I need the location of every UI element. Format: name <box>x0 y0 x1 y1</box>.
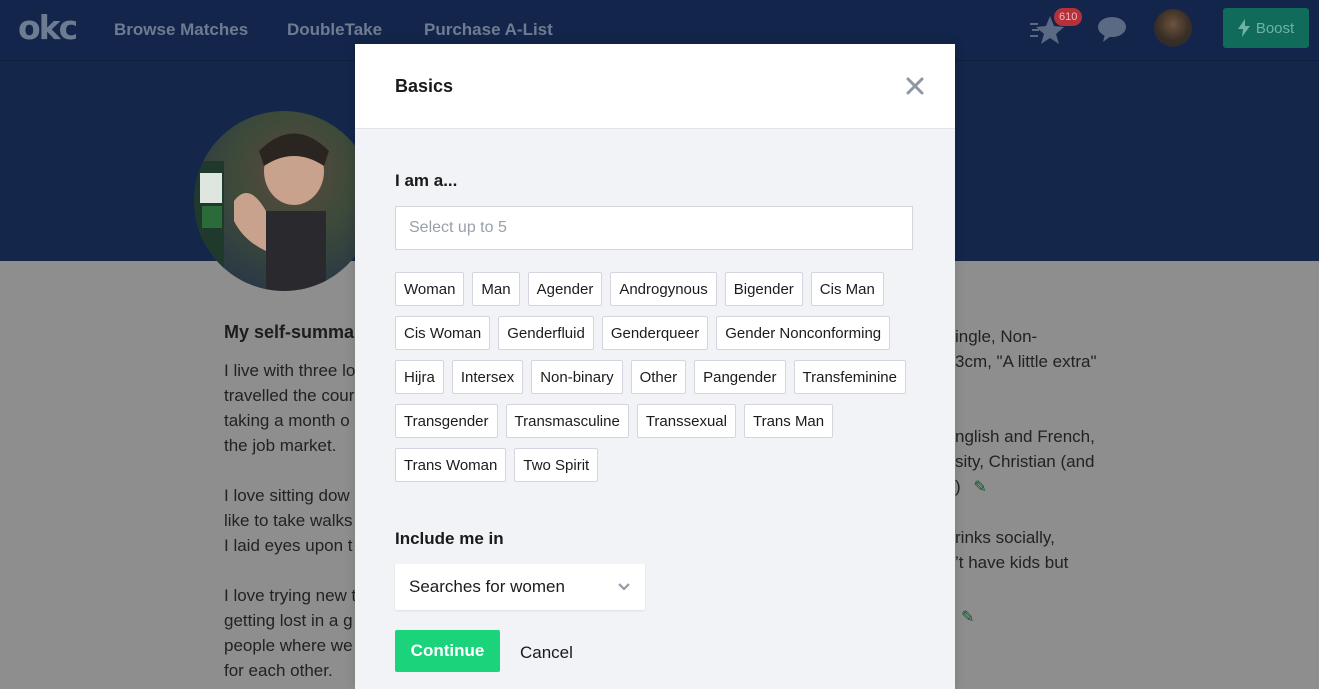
text-line: ’t have kids but <box>955 553 1069 572</box>
text-line <box>955 399 1097 424</box>
select-value: Searches for women <box>409 577 565 596</box>
gender-chip-trans-man[interactable]: Trans Man <box>743 404 834 438</box>
text-line: like to take walks <box>224 511 353 530</box>
include-me-in-select[interactable]: Searches for women <box>395 564 645 610</box>
text-line: sity, Christian (and <box>955 452 1095 471</box>
boost-button[interactable]: Boost <box>1223 8 1309 48</box>
gender-chip-transgender[interactable]: Transgender <box>395 404 498 438</box>
chevron-down-icon <box>618 583 630 591</box>
text-line: getting lost in a g <box>224 611 353 630</box>
profile-photo[interactable] <box>194 111 374 291</box>
gender-chip-two-spirit[interactable]: Two Spirit <box>514 448 599 482</box>
boost-label: Boost <box>1255 19 1295 37</box>
gender-chip-woman[interactable]: Woman <box>395 272 465 306</box>
text-line: people where we <box>224 636 353 655</box>
nav-purchase-a-list[interactable]: Purchase A-List <box>424 20 553 40</box>
self-summary-heading: My self-summa <box>224 322 355 342</box>
text-line: the job market. <box>224 436 337 455</box>
gender-options: Woman Man Agender Androgynous Bigender C… <box>395 272 925 482</box>
text-line <box>955 500 1097 525</box>
gender-chip-cis-man[interactable]: Cis Man <box>810 272 884 306</box>
gender-chip-cis-woman[interactable]: Cis Woman <box>395 316 491 350</box>
notification-badge: 610 <box>1054 8 1083 26</box>
gender-chip-androgynous[interactable]: Androgynous <box>610 272 717 306</box>
profile-details-text: ingle, Non- 3cm, "A little extra" nglish… <box>955 324 1097 575</box>
text-line: taking a month o <box>224 411 350 430</box>
pencil-icon[interactable]: ✎ <box>973 479 986 496</box>
gender-chip-genderqueer[interactable]: Genderqueer <box>601 316 709 350</box>
gender-chip-genderfluid[interactable]: Genderfluid <box>498 316 594 350</box>
text-line: ingle, Non- <box>955 327 1038 346</box>
close-icon[interactable] <box>903 74 927 98</box>
include-section-label: Include me in <box>395 529 504 548</box>
gender-chip-transfeminine[interactable]: Transfeminine <box>793 360 906 394</box>
gender-chip-bigender[interactable]: Bigender <box>724 272 803 306</box>
nav-doubletake[interactable]: DoubleTake <box>287 20 382 40</box>
gender-chip-gender-nonconforming[interactable]: Gender Nonconforming <box>716 316 891 350</box>
text-line: ) ✎ <box>955 474 1097 500</box>
text-line <box>955 374 1097 399</box>
user-avatar[interactable] <box>1154 9 1192 47</box>
text-line: 3cm, "A little extra" <box>955 352 1097 371</box>
basics-modal: Basics I am a... Woman Man Agender Andro… <box>355 44 955 689</box>
continue-button[interactable]: Continue <box>395 630 500 672</box>
modal-header: Basics <box>355 44 955 129</box>
gender-section-label: I am a... <box>395 171 458 190</box>
pencil-icon[interactable]: ✎ <box>961 607 974 627</box>
gender-search-input[interactable] <box>395 206 913 250</box>
chat-icon[interactable] <box>1097 15 1127 43</box>
modal-title: Basics <box>395 76 454 96</box>
text-fragment: ) <box>955 477 961 496</box>
text-line: I live with three lo <box>224 361 356 380</box>
text-line <box>224 558 356 583</box>
gender-chip-agender[interactable]: Agender <box>527 272 603 306</box>
gender-chip-transsexual[interactable]: Transsexual <box>636 404 736 438</box>
text-line: for each other. <box>224 661 333 680</box>
lightning-icon <box>1237 19 1250 37</box>
text-line: I love trying new t <box>224 586 357 605</box>
gender-chip-pangender[interactable]: Pangender <box>694 360 786 394</box>
text-line: rinks socially, <box>955 528 1055 547</box>
gender-chip-hijra[interactable]: Hijra <box>395 360 444 394</box>
text-line: I love sitting dow <box>224 486 350 505</box>
text-line: I laid eyes upon t <box>224 536 353 555</box>
text-line: travelled the cour <box>224 386 355 405</box>
nav-browse-matches[interactable]: Browse Matches <box>114 20 248 40</box>
gender-chip-man[interactable]: Man <box>472 272 520 306</box>
self-summary-text: I live with three lo travelled the cour … <box>224 358 356 683</box>
cancel-button[interactable]: Cancel <box>520 643 573 663</box>
gender-chip-non-binary[interactable]: Non-binary <box>531 360 623 394</box>
text-line <box>224 458 356 483</box>
gender-chip-transmasculine[interactable]: Transmasculine <box>505 404 629 438</box>
text-line: nglish and French, <box>955 427 1095 446</box>
gender-chip-other[interactable]: Other <box>630 360 687 394</box>
gender-chip-trans-woman[interactable]: Trans Woman <box>395 448 507 482</box>
gender-chip-intersex[interactable]: Intersex <box>451 360 524 394</box>
okc-logo[interactable]: okc <box>18 10 78 46</box>
